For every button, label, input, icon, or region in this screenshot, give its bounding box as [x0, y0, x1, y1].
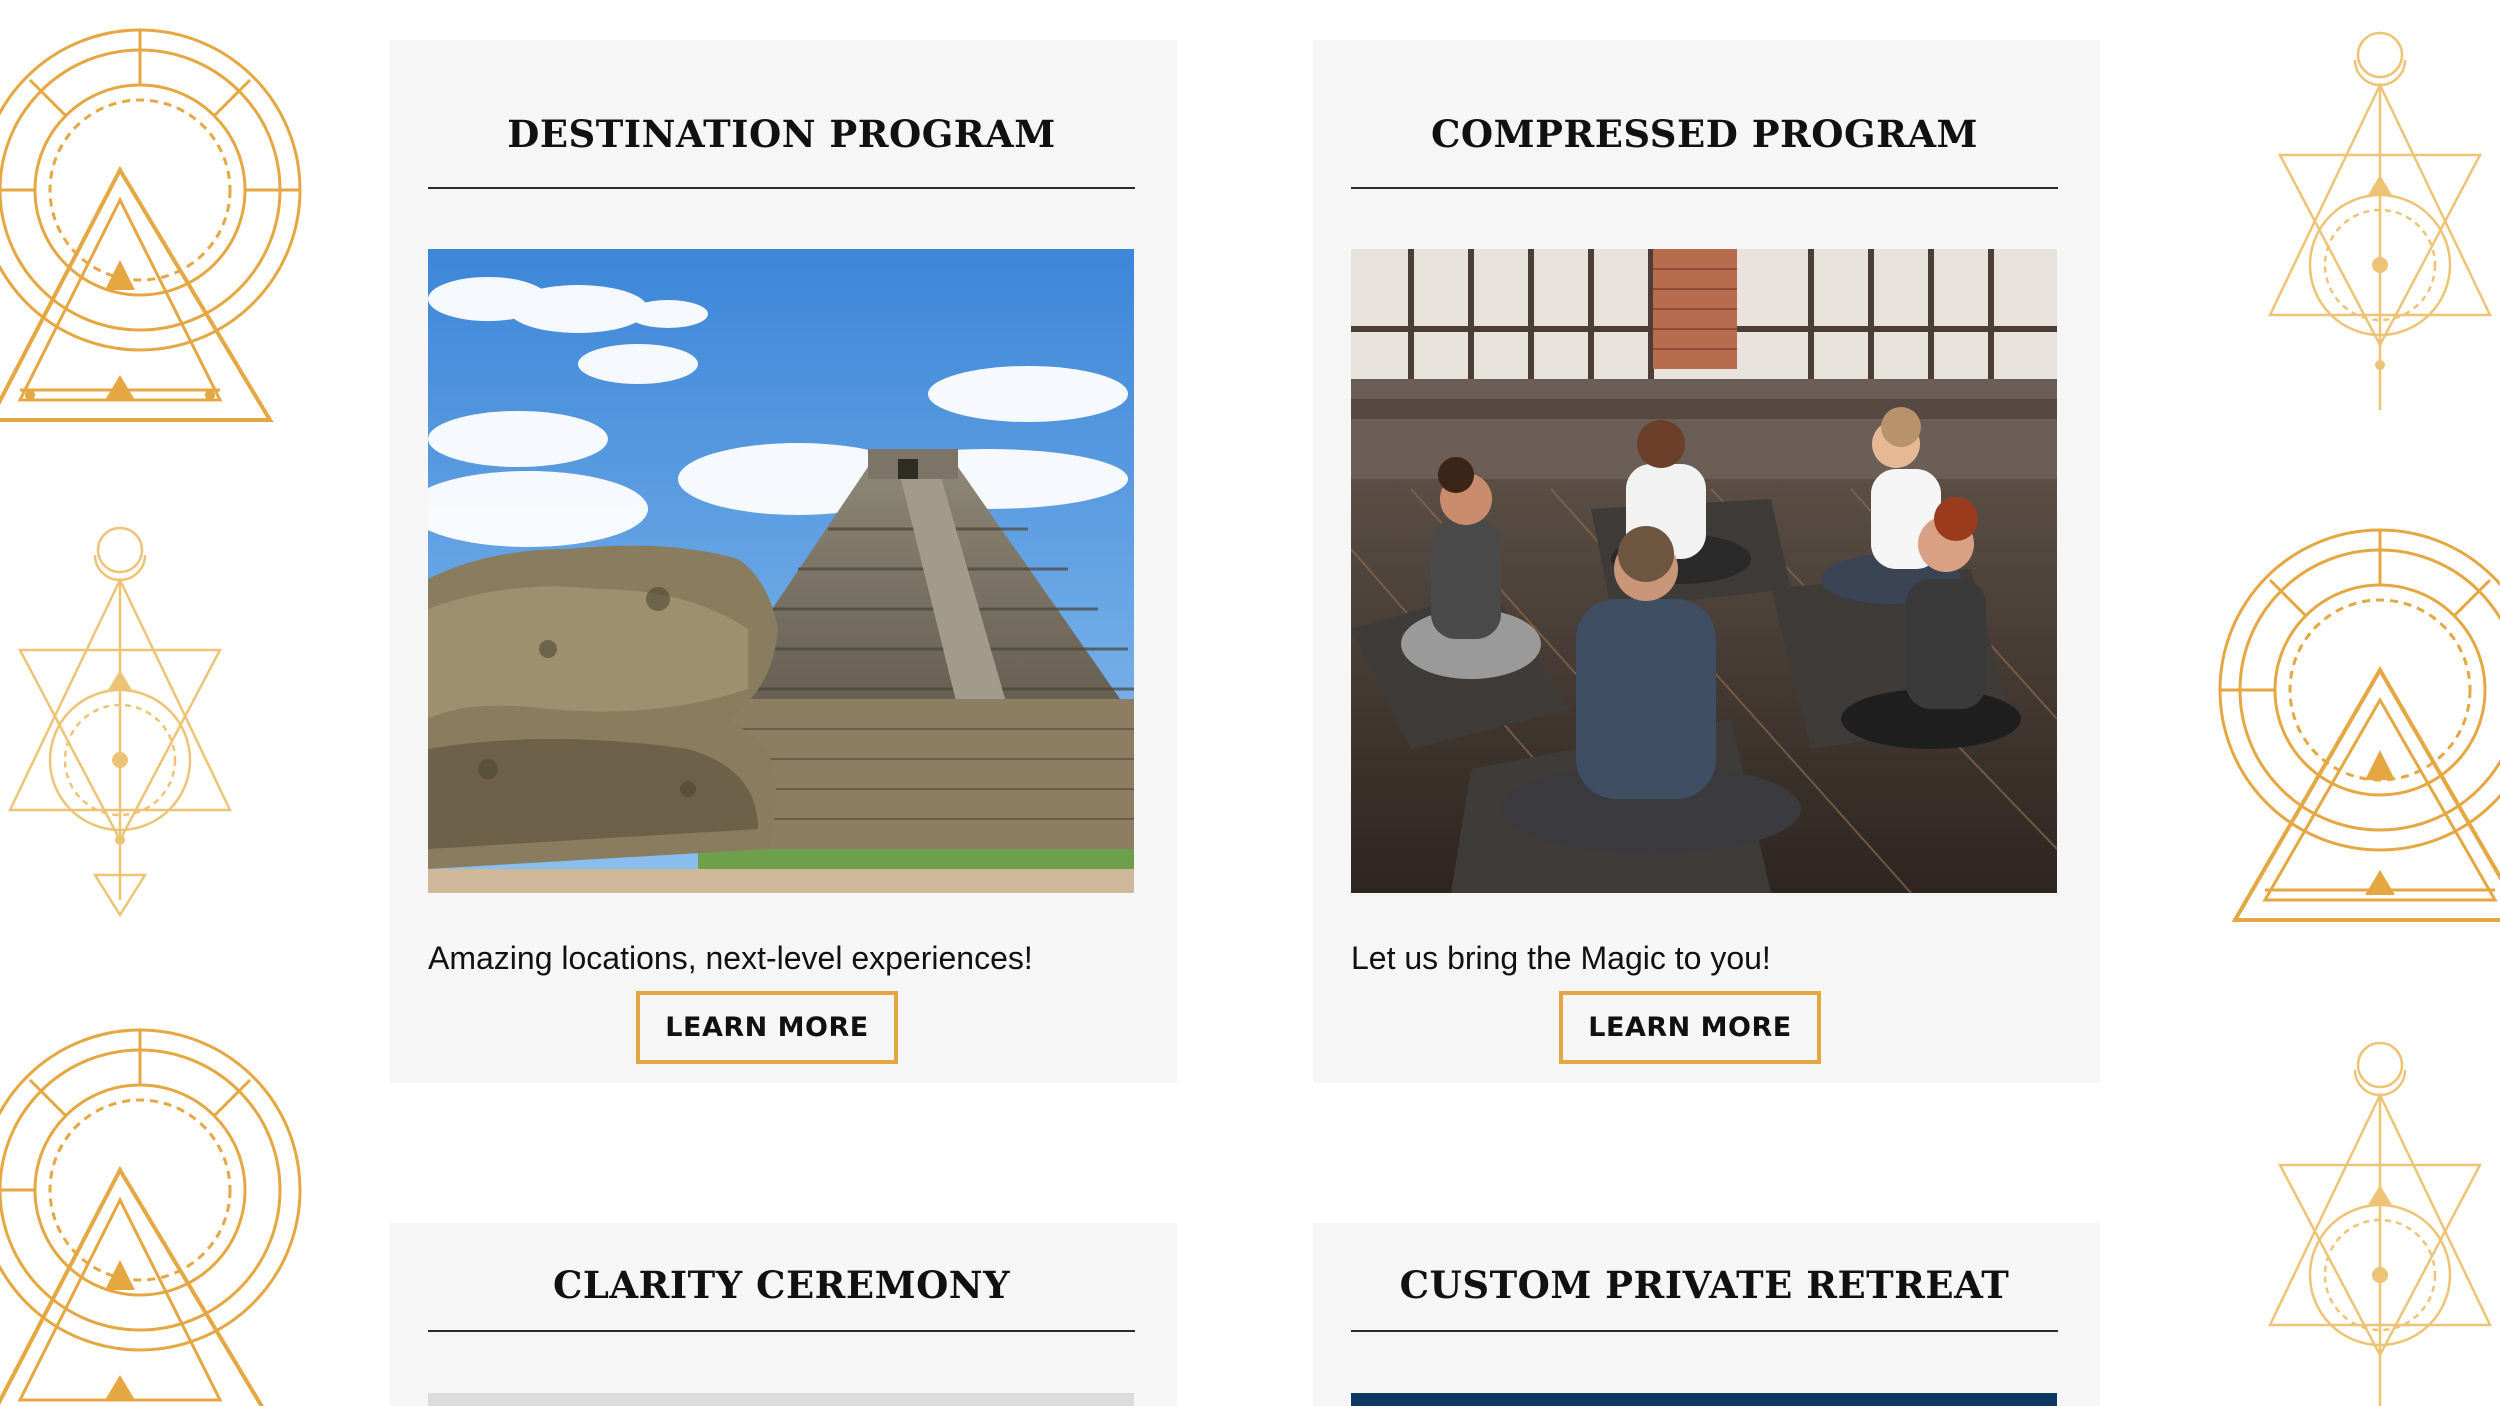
card-description: Amazing locations, next-level experience… [428, 940, 1033, 976]
card-title: CLARITY CEREMONY [552, 1263, 1011, 1307]
program-card: CUSTOM PRIVATE RETREAT [1313, 1223, 2100, 1406]
program-card: COMPRESSED PROGRAM Let us bring the Magi… [1313, 40, 2100, 1083]
program-card: CLARITY CEREMONY [390, 1223, 1177, 1406]
sacred-geometry-triangle-icon [8, 526, 232, 918]
card-title: DESTINATION PROGRAM [507, 112, 1056, 156]
title-divider [428, 187, 1135, 189]
card-title: CUSTOM PRIVATE RETREAT [1399, 1263, 2010, 1307]
learn-more-button[interactable]: LEARN MORE [636, 991, 898, 1064]
card-description: Let us bring the Magic to you! [1351, 940, 1771, 976]
card-photo[interactable] [428, 1393, 1134, 1406]
card-title: COMPRESSED PROGRAM [1430, 112, 1979, 156]
title-divider [1351, 187, 2058, 189]
learn-more-button[interactable]: LEARN MORE [1559, 991, 1821, 1064]
program-card: DESTINATION PROGRAM Amazing locations, n… [390, 40, 1177, 1083]
sacred-geometry-triangle-icon [2268, 31, 2492, 410]
title-divider [1351, 1330, 2058, 1332]
sacred-geometry-triangle-icon [2268, 1041, 2492, 1406]
pyramid-photo[interactable] [428, 249, 1134, 893]
sacred-geometry-circle-icon [0, 1028, 302, 1406]
title-divider [428, 1330, 1135, 1332]
sacred-geometry-circle-icon [0, 28, 302, 422]
card-photo[interactable] [1351, 1393, 2057, 1406]
yoga-circle-photo[interactable] [1351, 249, 2057, 893]
sacred-geometry-circle-icon [2218, 528, 2500, 922]
